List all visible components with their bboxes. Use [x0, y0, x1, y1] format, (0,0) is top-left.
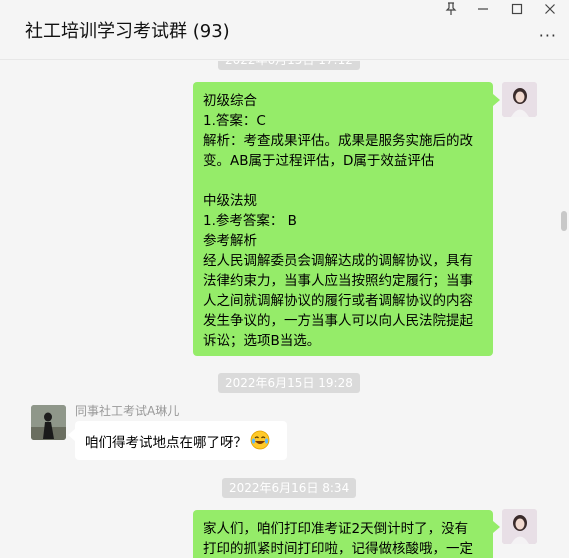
- message-line: 中级法规: [203, 193, 257, 209]
- message-line: 1.答案：C: [203, 113, 266, 129]
- message-list[interactable]: 2022年6月15日 17:12 初级综合 1.答案：C 解析：考查成果评估。成…: [0, 61, 569, 558]
- message-line: 打印的抓紧时间打印啦，记得做核酸哦，一定: [203, 541, 473, 557]
- avatar[interactable]: [502, 82, 537, 117]
- timestamp: 2022年6月15日 19:28: [218, 373, 360, 393]
- maximize-icon[interactable]: [507, 2, 527, 20]
- pin-icon[interactable]: [441, 2, 461, 20]
- message-line: 人之间就调解协议的履行或者调解协议的内容: [203, 293, 473, 309]
- timestamp: 2022年6月15日 17:12: [218, 61, 360, 70]
- bubble-tail: [493, 94, 500, 106]
- minimize-icon[interactable]: [473, 2, 493, 20]
- close-icon[interactable]: [540, 2, 560, 20]
- message-line: 1.参考答案： B: [203, 213, 297, 229]
- avatar[interactable]: [502, 509, 537, 544]
- bubble-tail: [68, 429, 75, 441]
- chat-title: 社工培训学习考试群 (93): [25, 21, 230, 42]
- message-line: 初级综合: [203, 93, 257, 109]
- scrollbar[interactable]: [559, 61, 569, 558]
- message-line: 发生争议的，一方当事人可以向人民法院提起: [203, 313, 473, 329]
- message-line: 诉讼；选项B当选。: [203, 333, 321, 349]
- message-line: 解析：考查成果评估。成果是服务实施后的改: [203, 133, 473, 149]
- sender-name[interactable]: 同事社工考试A琳儿: [75, 402, 179, 419]
- message-bubble[interactable]: 咱们得考试地点在哪了呀？: [75, 421, 287, 460]
- avatar[interactable]: [31, 405, 66, 440]
- message-bubble[interactable]: 初级综合 1.答案：C 解析：考查成果评估。成果是服务实施后的改 变。AB属于过…: [193, 82, 493, 356]
- message-line: 经人民调解委员会调解达成的调解协议，具有: [203, 253, 473, 269]
- more-icon[interactable]: ···: [539, 26, 557, 45]
- message-text: 咱们得考试地点在哪了呀？: [85, 435, 247, 451]
- bubble-tail: [493, 521, 500, 533]
- timestamp: 2022年6月16日 8:34: [222, 478, 357, 498]
- message-line: 变。AB属于过程评估，D属于效益评估: [203, 153, 435, 169]
- scrollbar-thumb[interactable]: [561, 211, 567, 231]
- laughing-tears-emoji-icon: [250, 430, 270, 456]
- message-line: 法律约束力，当事人应当按照约定履行；当事: [203, 273, 473, 289]
- message-line: 参考解析: [203, 233, 257, 249]
- chat-header: 社工培训学习考试群 (93) ···: [0, 0, 569, 60]
- message-bubble[interactable]: 家人们，咱们打印准考证2天倒计时了，没有 打印的抓紧时间打印啦，记得做核酸哦，一…: [193, 510, 493, 558]
- message-line: 家人们，咱们打印准考证2天倒计时了，没有: [203, 521, 469, 537]
